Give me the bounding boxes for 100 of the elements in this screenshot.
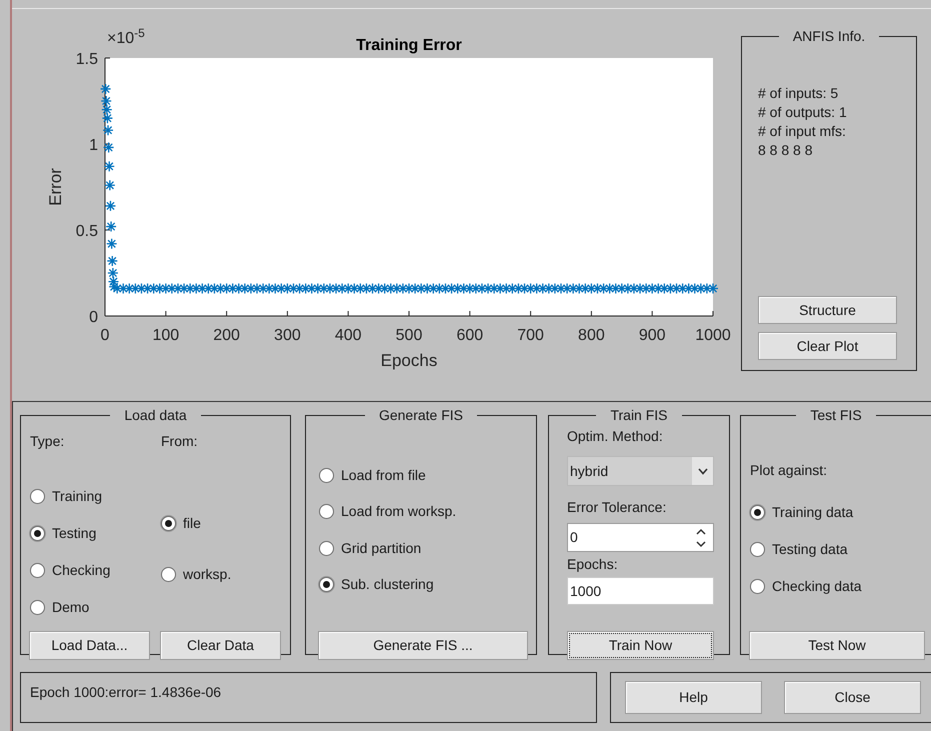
data-point xyxy=(257,282,269,294)
data-point xyxy=(336,282,348,294)
tick-label: 900 xyxy=(638,327,666,344)
data-point xyxy=(300,282,312,294)
data-point xyxy=(640,282,652,294)
data-point xyxy=(282,282,294,294)
data-point xyxy=(397,282,409,294)
data-point xyxy=(106,238,118,250)
data-point xyxy=(104,160,115,172)
axis-label: Epochs xyxy=(380,351,438,370)
data-point xyxy=(464,282,476,294)
button[interactable]: Help xyxy=(625,681,762,714)
button[interactable]: Load Data... xyxy=(29,631,150,660)
data-point xyxy=(683,282,694,294)
data-point xyxy=(434,282,446,294)
data-point xyxy=(136,282,148,294)
dropdown[interactable]: hybrid xyxy=(567,456,714,486)
input-field[interactable]: 1000 xyxy=(567,577,714,605)
data-point xyxy=(549,282,561,294)
data-point xyxy=(500,282,512,294)
data-point xyxy=(598,282,610,294)
data-point xyxy=(604,282,616,294)
data-point xyxy=(561,282,573,294)
tick-label: 700 xyxy=(517,327,544,344)
data-point xyxy=(118,282,129,294)
axis-exponent: ×10$^{-5}$ xyxy=(107,31,145,47)
button[interactable]: Clear Data xyxy=(160,631,281,660)
status-text: Epoch 1000:error= 1.4836e-06 xyxy=(30,683,222,702)
field-label: From: xyxy=(161,432,199,451)
spinner-field[interactable]: 0 xyxy=(567,523,714,552)
radio-button[interactable] xyxy=(750,505,765,520)
data-point xyxy=(154,282,166,294)
tick-label: 500 xyxy=(396,327,422,344)
radio-button[interactable] xyxy=(30,600,45,615)
data-point xyxy=(646,282,658,294)
data-point xyxy=(689,282,700,294)
data-point xyxy=(628,282,640,294)
data-point xyxy=(105,220,117,232)
data-point xyxy=(330,282,342,294)
data-point xyxy=(294,282,306,294)
data-point xyxy=(104,180,116,191)
radio-button[interactable] xyxy=(30,489,45,504)
radio-label: Sub. clustering xyxy=(341,575,434,594)
data-point xyxy=(108,276,120,288)
tick-label: 1.5 xyxy=(76,51,98,68)
radio-button[interactable] xyxy=(161,516,176,531)
data-point xyxy=(103,142,114,154)
field-label: Epochs: xyxy=(567,555,619,574)
group-title: Train FIS xyxy=(609,407,669,423)
chart-title: Training Error xyxy=(356,37,462,54)
radio-label: Load from worksp. xyxy=(341,502,456,522)
radio-button[interactable] xyxy=(30,526,45,541)
data-point xyxy=(695,282,706,294)
data-point xyxy=(580,282,591,294)
data-point xyxy=(428,282,439,294)
button[interactable]: Structure xyxy=(758,296,897,324)
data-point xyxy=(616,282,628,294)
data-point xyxy=(348,282,360,294)
data-point xyxy=(102,112,114,124)
group-title: Generate FIS xyxy=(378,407,464,423)
data-point xyxy=(184,282,196,294)
data-point xyxy=(251,282,263,294)
tick-label: 1 xyxy=(89,137,98,154)
radio-button[interactable] xyxy=(319,577,334,592)
button[interactable]: Generate FIS ... xyxy=(318,631,528,660)
button[interactable]: Test Now xyxy=(749,631,925,660)
data-point xyxy=(707,282,719,294)
data-point xyxy=(470,282,482,294)
data-point xyxy=(112,282,123,294)
data-point xyxy=(245,282,257,294)
data-point xyxy=(488,282,500,294)
tick-label: 200 xyxy=(213,327,240,344)
data-point xyxy=(130,282,142,294)
tick-label: 0 xyxy=(89,309,98,326)
data-point xyxy=(342,282,354,294)
button[interactable]: Train Now xyxy=(567,631,714,660)
data-point xyxy=(537,282,548,294)
radio-button[interactable] xyxy=(319,540,334,556)
data-point xyxy=(512,282,524,294)
data-point xyxy=(288,282,300,294)
button[interactable]: Clear Plot xyxy=(758,332,897,360)
radio-label: file xyxy=(183,514,201,533)
radio-button[interactable] xyxy=(319,504,334,520)
radio-button[interactable] xyxy=(750,579,765,594)
info-text: # of input mfs: xyxy=(758,122,847,141)
radio-button[interactable] xyxy=(161,567,176,582)
radio-button[interactable] xyxy=(750,542,765,557)
data-point xyxy=(202,282,214,294)
info-text: # of inputs: 5 xyxy=(758,84,840,103)
radio-label: worksp. xyxy=(183,565,232,584)
data-point xyxy=(172,282,184,294)
tick-label: 0.5 xyxy=(76,223,98,240)
button[interactable]: Close xyxy=(784,681,921,714)
chevron-down-icon xyxy=(698,468,708,474)
data-point xyxy=(592,282,604,294)
spinner-arrows-icon[interactable] xyxy=(695,526,707,548)
radio-button[interactable] xyxy=(319,468,334,483)
radio-button[interactable] xyxy=(30,563,45,578)
tick-label: 800 xyxy=(578,327,605,344)
data-point xyxy=(391,282,402,294)
